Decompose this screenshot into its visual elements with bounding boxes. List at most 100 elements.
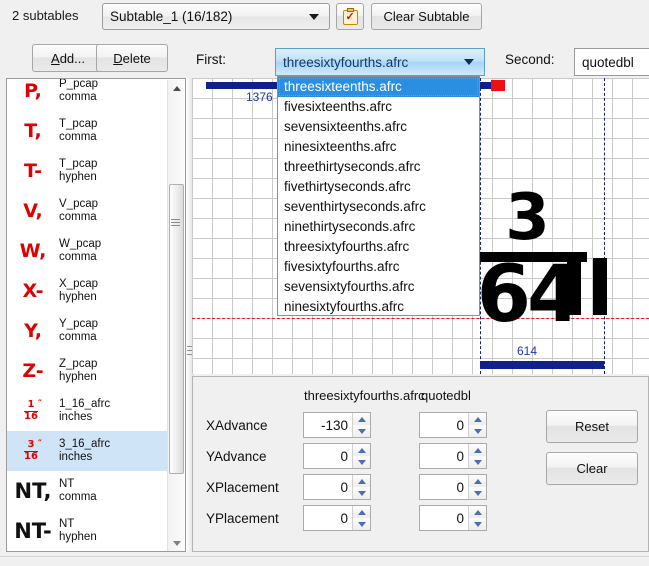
spinner-down-icon[interactable] (469, 456, 486, 468)
glyph-pair-icon: T- (23, 159, 43, 182)
spinner-up-icon[interactable] (353, 413, 370, 425)
reset-button[interactable]: Reset (546, 410, 638, 443)
glyph-pair-row[interactable]: T, T_pcap comma (7, 111, 168, 151)
first-advance-value: 1376 (246, 90, 273, 104)
scrollbar-thumb[interactable] (169, 184, 184, 474)
spinner-down-icon[interactable] (353, 518, 370, 530)
value-spinner-value[interactable]: 0 (304, 506, 352, 530)
glyph-pair-list[interactable]: P, P_pcap comma T, T_pcap comma T- T_pcap hyphen… (6, 78, 186, 552)
value-spinner-value[interactable]: 0 (304, 444, 352, 468)
glyph-pair-row[interactable]: P, P_pcap comma (7, 79, 168, 111)
value-spinner-value[interactable]: -130 (304, 413, 352, 437)
value-spinner[interactable]: 0 (303, 443, 371, 469)
spinner-up-icon[interactable] (469, 506, 486, 518)
spinner-down-icon[interactable] (353, 425, 370, 437)
spinner-arrows[interactable] (352, 506, 370, 530)
spinner-arrows[interactable] (468, 475, 486, 499)
spinner-up-icon[interactable] (469, 413, 486, 425)
first-glyph-dropdown-list[interactable]: threesixteenths.afrc fivesixteenths.afrc s… (277, 76, 480, 316)
spinner-arrows[interactable] (352, 475, 370, 499)
glyph-list-scrollbar[interactable] (167, 80, 185, 551)
spinner-down-icon[interactable] (469, 425, 486, 437)
glyph-pair-icon: P, (24, 79, 42, 102)
spinner-arrows[interactable] (468, 444, 486, 468)
glyph-pair-name: 3_16_afrc inches (59, 437, 111, 464)
value-spinner[interactable]: -130 (303, 412, 371, 438)
dropdown-item[interactable]: threethirtyseconds.afrc (278, 157, 479, 177)
dropdown-item[interactable]: threesixtyfourths.afrc (278, 237, 479, 257)
subtable-select-value: Subtable_1 (16/182) (110, 9, 233, 24)
add-button-mnemonic: A (51, 50, 60, 66)
dropdown-item[interactable]: ninesixteenths.afrc (278, 137, 479, 157)
value-spinner[interactable]: 0 (419, 474, 487, 500)
value-spinner[interactable]: 0 (419, 443, 487, 469)
value-spinner-value[interactable]: 0 (420, 506, 468, 530)
value-row-label: YPlacement (206, 511, 279, 526)
value-spinner-value[interactable]: 0 (420, 444, 468, 468)
glyph-pair-row[interactable]: 3 16″ 3_16_afrc inches (7, 431, 168, 471)
spinner-up-icon[interactable] (469, 475, 486, 487)
add-button-label: dd... (59, 50, 85, 66)
subtable-select[interactable]: Subtable_1 (16/182) (102, 3, 330, 30)
glyph-pair-row[interactable]: V, V_pcap comma (7, 191, 168, 231)
value-spinner[interactable]: 0 (419, 412, 487, 438)
glyph-pair-row[interactable]: T- T_pcap hyphen (7, 151, 168, 191)
glyph-pair-icon: NT- (14, 518, 52, 543)
value-spinner-value[interactable]: 0 (420, 413, 468, 437)
value-spinner-value[interactable]: 0 (420, 475, 468, 499)
glyph-pair-icon: NT, (14, 478, 52, 503)
second-glyph-select[interactable]: quotedbl (574, 48, 649, 76)
glyph-pair-name: X_pcap hyphen (59, 277, 99, 304)
add-button[interactable]: Add... (32, 44, 104, 72)
spinner-down-icon[interactable] (469, 487, 486, 499)
dropdown-item[interactable]: sevensixteenths.afrc (278, 117, 479, 137)
scroll-down-icon[interactable] (168, 535, 185, 551)
dropdown-item[interactable]: fivesixtyfourths.afrc (278, 257, 479, 277)
scroll-up-icon[interactable] (168, 80, 185, 97)
value-spinner[interactable]: 0 (303, 474, 371, 500)
glyph-pair-name: NT hyphen (59, 517, 97, 544)
dropdown-item[interactable]: threesixteenths.afrc (278, 77, 479, 97)
clipboard-check-button[interactable]: ✓ (336, 3, 364, 30)
dropdown-item[interactable]: seventhirtyseconds.afrc (278, 197, 479, 217)
window-bottom-divider (0, 556, 649, 557)
dropdown-item[interactable]: sevensixtyfourths.afrc (278, 277, 479, 297)
spinner-arrows[interactable] (468, 506, 486, 530)
glyph-pair-row[interactable]: Y, Y_pcap comma (7, 311, 168, 351)
spinner-up-icon[interactable] (469, 444, 486, 456)
glyph-pair-icon: Z- (22, 359, 44, 382)
dropdown-item[interactable]: ninesixtyfourths.afrc (278, 297, 479, 317)
advance-marker-icon[interactable] (491, 80, 505, 91)
dropdown-item[interactable]: ninethirtyseconds.afrc (278, 217, 479, 237)
glyph-pair-row[interactable]: X- X_pcap hyphen (7, 271, 168, 311)
glyph-pair-row[interactable]: 1 16″ 1_16_afrc inches (7, 391, 168, 431)
origin-guide-line-2 (604, 78, 605, 374)
glyph-pair-icon: W, (19, 239, 47, 262)
spinner-arrows[interactable] (468, 413, 486, 437)
clear-subtable-button[interactable]: Clear Subtable (371, 3, 482, 30)
glyph-pair-name: T_pcap comma (59, 117, 98, 144)
delete-button[interactable]: Delete (96, 44, 168, 72)
glyph-pair-row[interactable]: W, W_pcap comma (7, 231, 168, 271)
dropdown-item[interactable]: fivethirtyseconds.afrc (278, 177, 479, 197)
spinner-arrows[interactable] (352, 413, 370, 437)
value-spinner[interactable]: 0 (419, 505, 487, 531)
glyph-pair-row[interactable]: NT- NT hyphen (7, 511, 168, 551)
value-spinner-value[interactable]: 0 (304, 475, 352, 499)
glyph-pair-name: 1_16_afrc inches (59, 397, 111, 424)
first-glyph-select[interactable]: threesixtyfourths.afrc (275, 48, 485, 76)
glyph-pair-list-rows: P, P_pcap comma T, T_pcap comma T- T_pcap hyphen… (7, 79, 185, 551)
dropdown-item[interactable]: fivesixteenths.afrc (278, 97, 479, 117)
value-spinner[interactable]: 0 (303, 505, 371, 531)
spinner-up-icon[interactable] (353, 444, 370, 456)
scrollbar-grip-icon (171, 219, 180, 226)
glyph-pair-row[interactable]: NT, NT comma (7, 471, 168, 511)
spinner-down-icon[interactable] (353, 487, 370, 499)
spinner-up-icon[interactable] (353, 475, 370, 487)
spinner-down-icon[interactable] (469, 518, 486, 530)
spinner-up-icon[interactable] (353, 506, 370, 518)
clear-button[interactable]: Clear (546, 452, 638, 485)
spinner-down-icon[interactable] (353, 456, 370, 468)
glyph-pair-row[interactable]: Z- Z_pcap hyphen (7, 351, 168, 391)
spinner-arrows[interactable] (352, 444, 370, 468)
